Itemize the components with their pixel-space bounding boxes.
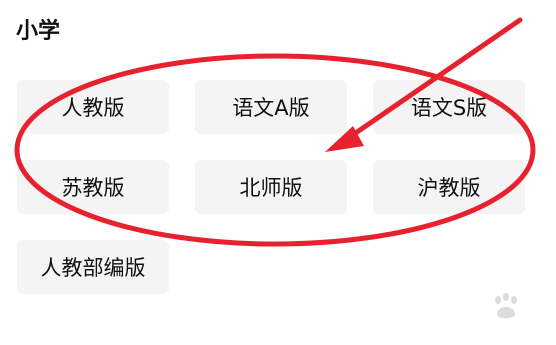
- edition-button-yuwen-a[interactable]: 语文A版: [195, 80, 347, 134]
- edition-button-renjiao[interactable]: 人教版: [17, 80, 169, 134]
- baidu-watermark: [430, 291, 540, 329]
- baidu-logo-icon: [495, 293, 517, 319]
- edition-button-hujiao[interactable]: 沪教版: [373, 160, 525, 214]
- edition-button-sujiao[interactable]: 苏教版: [17, 160, 169, 214]
- edition-button-renjiao-bubian[interactable]: 人教部编版: [17, 240, 169, 294]
- edition-button-yuwen-s[interactable]: 语文S版: [373, 80, 525, 134]
- section-title: 小学: [16, 19, 61, 44]
- edition-button-beishi[interactable]: 北师版: [195, 160, 347, 214]
